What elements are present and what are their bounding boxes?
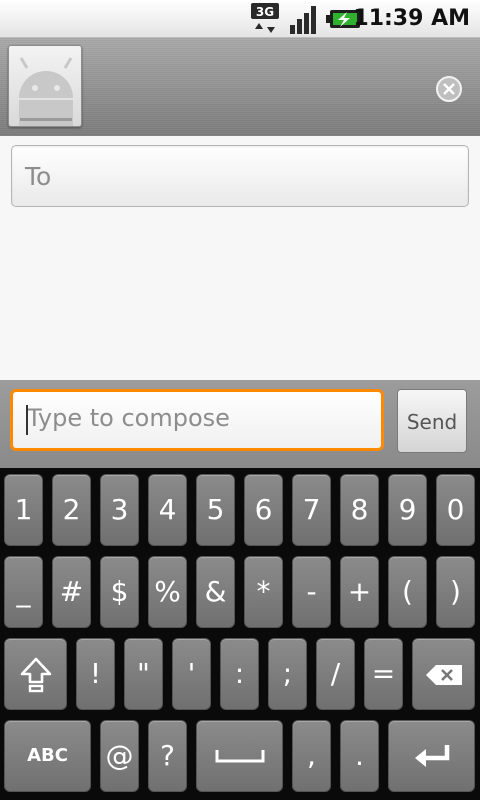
key-close-paren[interactable]: ) xyxy=(436,556,475,628)
key-1[interactable]: 1 xyxy=(4,474,43,546)
recipients-area: To xyxy=(0,136,480,380)
key-at[interactable]: @ xyxy=(100,720,139,792)
key-colon[interactable]: : xyxy=(220,638,259,710)
key-slash[interactable]: / xyxy=(316,638,355,710)
compose-placeholder: Type to compose xyxy=(27,404,230,432)
send-button[interactable]: Send xyxy=(397,389,467,453)
conversation-header xyxy=(0,38,480,136)
text-caret xyxy=(26,405,28,435)
key-asterisk[interactable]: * xyxy=(244,556,283,628)
contact-avatar[interactable] xyxy=(8,45,82,127)
space-icon xyxy=(215,750,265,763)
android-avatar-icon xyxy=(19,57,73,126)
key-2[interactable]: 2 xyxy=(52,474,91,546)
key-8[interactable]: 8 xyxy=(340,474,379,546)
close-icon xyxy=(443,83,455,95)
network-3g-icon: 3G xyxy=(251,3,279,33)
close-button[interactable] xyxy=(436,76,462,102)
key-space[interactable] xyxy=(196,720,283,792)
key-percent[interactable]: % xyxy=(148,556,187,628)
key-exclamation[interactable]: ! xyxy=(76,638,115,710)
key-dollar[interactable]: $ xyxy=(100,556,139,628)
network-label: 3G xyxy=(256,5,274,19)
key-question[interactable]: ? xyxy=(148,720,187,792)
key-9[interactable]: 9 xyxy=(388,474,427,546)
key-ampersand[interactable]: & xyxy=(196,556,235,628)
clock: 11:39 AM xyxy=(353,6,470,31)
key-enter[interactable] xyxy=(388,720,475,792)
to-field[interactable]: To xyxy=(11,145,469,207)
symbol-keyboard: 1 2 3 4 5 6 7 8 9 0 _ # $ % & * - + ( ) … xyxy=(0,468,480,800)
compose-input[interactable]: Type to compose xyxy=(10,389,384,451)
key-comma[interactable]: , xyxy=(292,720,331,792)
key-hash[interactable]: # xyxy=(52,556,91,628)
key-semicolon[interactable]: ; xyxy=(268,638,307,710)
key-0[interactable]: 0 xyxy=(436,474,475,546)
key-equals[interactable]: = xyxy=(364,638,403,710)
key-double-quote[interactable]: " xyxy=(124,638,163,710)
signal-strength-icon xyxy=(290,6,316,34)
key-abc[interactable]: ABC xyxy=(4,720,91,792)
key-minus[interactable]: - xyxy=(292,556,331,628)
key-shift[interactable] xyxy=(4,638,67,710)
shift-icon xyxy=(20,657,52,693)
key-underscore[interactable]: _ xyxy=(4,556,43,628)
key-backspace[interactable] xyxy=(412,638,475,710)
enter-icon xyxy=(415,745,450,767)
status-bar: 3G 11:39 AM xyxy=(0,0,480,38)
key-3[interactable]: 3 xyxy=(100,474,139,546)
key-apostrophe[interactable]: ' xyxy=(172,638,211,710)
to-placeholder: To xyxy=(25,162,52,191)
key-4[interactable]: 4 xyxy=(148,474,187,546)
key-plus[interactable]: + xyxy=(340,556,379,628)
send-label: Send xyxy=(406,410,458,434)
key-open-paren[interactable]: ( xyxy=(388,556,427,628)
key-6[interactable]: 6 xyxy=(244,474,283,546)
key-7[interactable]: 7 xyxy=(292,474,331,546)
backspace-icon xyxy=(426,665,462,685)
compose-bar: Type to compose Send xyxy=(0,380,480,468)
key-5[interactable]: 5 xyxy=(196,474,235,546)
key-period[interactable]: . xyxy=(340,720,379,792)
